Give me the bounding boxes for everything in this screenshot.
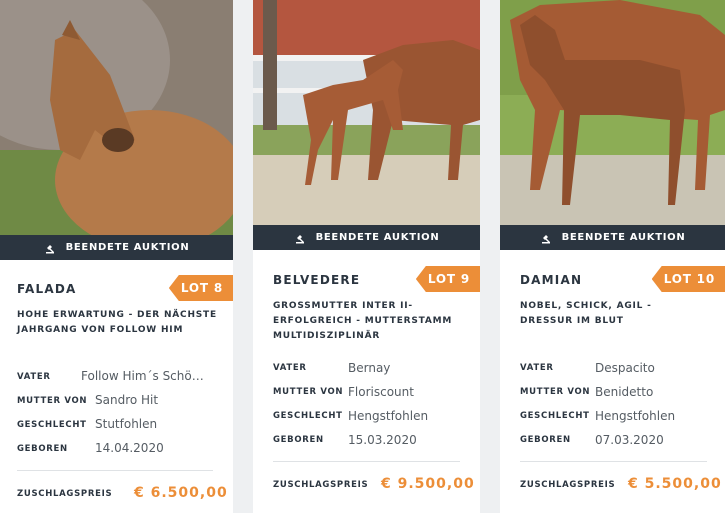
lot-badge: LOT 10 <box>651 266 725 292</box>
gavel-icon <box>541 234 550 243</box>
auction-card-falada[interactable]: BEENDETE AUKTION LOT 8 FALADA HOHE ERWAR… <box>0 0 233 513</box>
born-value: 15.03.2020 <box>348 433 417 447</box>
dam-sire-label: MUTTER VON <box>520 387 591 397</box>
auction-status-bar: BEENDETE AUKTION <box>253 225 480 250</box>
horse-name[interactable]: BELVEDERE <box>273 273 360 287</box>
born-value: 07.03.2020 <box>595 433 664 447</box>
sex-value: Hengstfohlen <box>595 409 676 423</box>
status-label: BEENDETE AUKTION <box>561 232 686 243</box>
horse-photo[interactable] <box>253 0 480 226</box>
hammer-price-label: ZUSCHLAGSPREIS <box>273 480 369 490</box>
horse-name[interactable]: FALADA <box>17 282 77 296</box>
gavel-icon <box>295 234 304 243</box>
dam-sire-label: MUTTER VON <box>273 387 344 397</box>
born-value: 14.04.2020 <box>95 441 164 455</box>
lot-badge: LOT 8 <box>168 275 233 301</box>
sex-value: Stutfohlen <box>95 417 158 431</box>
sire-label: VATER <box>520 363 554 373</box>
auction-card-belvedere[interactable]: BEENDETE AUKTION LOT 9 BELVEDERE GROSSMU… <box>253 0 480 513</box>
lot-badge: LOT 9 <box>415 266 480 292</box>
sex-label: GESCHLECHT <box>273 411 343 421</box>
sire-value: Bernay <box>348 361 391 375</box>
horse-tagline: NOBEL, SCHICK, AGIL - DRESSUR IM BLUT <box>520 301 652 326</box>
dam-sire-value: Sandro Hit <box>95 393 159 407</box>
status-label: BEENDETE AUKTION <box>65 242 190 253</box>
hammer-price-value: € 9.500,00 <box>381 476 475 492</box>
auction-status-bar: BEENDETE AUKTION <box>0 235 233 260</box>
auction-card-damian[interactable]: BEENDETE AUKTION LOT 10 DAMIAN NOBEL, SC… <box>500 0 725 513</box>
divider <box>17 470 213 471</box>
sire-label: VATER <box>273 363 307 373</box>
horse-photo[interactable] <box>0 0 233 236</box>
born-label: GEBOREN <box>17 444 68 454</box>
hammer-price-label: ZUSCHLAGSPREIS <box>520 480 616 490</box>
sire-value: Despacito <box>595 361 655 375</box>
horse-name[interactable]: DAMIAN <box>520 273 582 287</box>
hammer-price-value: € 5.500,00 <box>628 476 722 492</box>
sex-label: GESCHLECHT <box>520 411 590 421</box>
dam-sire-label: MUTTER VON <box>17 396 88 406</box>
sex-value: Hengstfohlen <box>348 409 429 423</box>
horse-photo[interactable] <box>500 0 725 226</box>
hammer-price-label: ZUSCHLAGSPREIS <box>17 489 113 499</box>
hammer-price-value: € 6.500,00 <box>134 485 228 501</box>
divider <box>273 461 460 462</box>
auction-status-bar: BEENDETE AUKTION <box>500 225 725 250</box>
born-label: GEBOREN <box>520 435 571 445</box>
divider <box>520 461 707 462</box>
sire-value: Follow Him´s Schö… <box>81 369 204 383</box>
horse-tagline: HOHE ERWARTUNG - DER NÄCHSTE JAHRGANG VO… <box>17 310 217 335</box>
status-label: BEENDETE AUKTION <box>315 232 440 243</box>
horse-tagline: GROSSMUTTER INTER II-ERFOLGREICH - MUTTE… <box>273 301 453 341</box>
sex-label: GESCHLECHT <box>17 420 87 430</box>
dam-sire-value: Benidetto <box>595 385 654 399</box>
dam-sire-value: Floriscount <box>348 385 414 399</box>
born-label: GEBOREN <box>273 435 324 445</box>
sire-label: VATER <box>17 372 51 382</box>
gavel-icon <box>45 244 54 253</box>
